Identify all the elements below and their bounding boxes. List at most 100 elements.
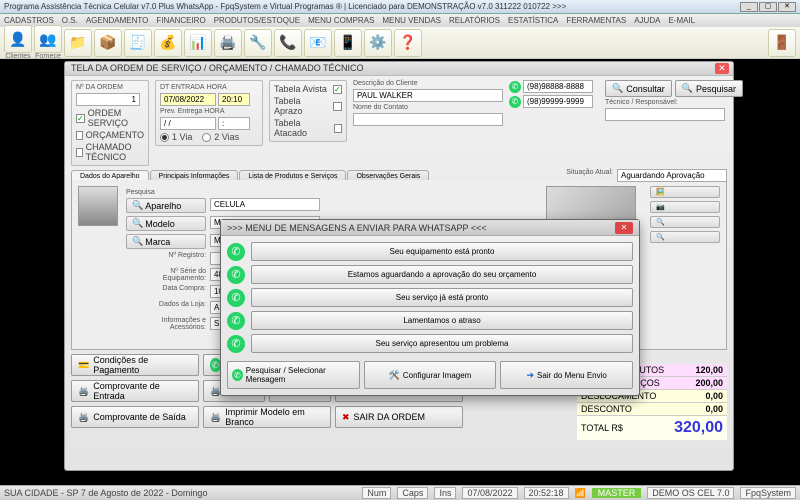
tool-icon[interactable]: 📞 <box>274 29 302 57</box>
menu-financeiro[interactable]: FINANCEIRO <box>156 16 205 25</box>
minimize-button[interactable]: _ <box>740 2 758 12</box>
tool-icon[interactable]: 🔧 <box>244 29 272 57</box>
whatsapp-dialog: >>> MENU DE MENSAGENS A ENVIAR PARA WHAT… <box>220 219 640 396</box>
msg-button[interactable]: Seu serviço apresentou um problema <box>251 334 633 353</box>
msg-button[interactable]: Seu equipamento está pronto <box>251 242 633 261</box>
tool-icon[interactable]: ❓ <box>394 29 422 57</box>
marca-button[interactable]: 🔍Marca <box>126 234 206 249</box>
fornecedores-icon[interactable]: 👥 <box>34 25 62 53</box>
tabela-atacado-check[interactable] <box>334 124 342 133</box>
ordem-servico-check[interactable] <box>76 114 85 123</box>
img-tool-button[interactable]: 🖼️ <box>650 186 720 198</box>
msg-button[interactable]: Lamentamos o atraso <box>251 311 633 330</box>
tool-icon[interactable]: ⚙️ <box>364 29 392 57</box>
sair-ordem-button[interactable]: ✖SAIR DA ORDEM <box>335 406 463 428</box>
search-icon: 🔍 <box>612 83 623 94</box>
exit-icon[interactable]: 🚪 <box>768 29 796 57</box>
situacao-select[interactable] <box>617 169 727 182</box>
maximize-button[interactable]: ▢ <box>759 2 777 12</box>
comp-entrada-button[interactable]: 🖨️Comprovante de Entrada <box>71 380 199 402</box>
menu-relatórios[interactable]: RELATÓRIOS <box>449 16 500 25</box>
tabela-avista-check[interactable] <box>333 85 342 94</box>
search-icon: 🔍 <box>682 83 693 94</box>
via2-radio[interactable] <box>202 133 211 142</box>
dialog-close-button[interactable]: ✕ <box>615 222 633 234</box>
total-value: 320,00 <box>674 419 723 437</box>
fone2-input[interactable] <box>523 95 593 108</box>
cond-pagamento-button[interactable]: 💳Condições de Pagamento <box>71 354 199 376</box>
img-tool-button[interactable]: 🔍 <box>650 216 720 228</box>
menu-agendamento[interactable]: AGENDAMENTO <box>86 16 149 25</box>
search-icon: 🔍 <box>132 218 143 229</box>
tool-icon[interactable]: 📱 <box>334 29 362 57</box>
comp-saida-button[interactable]: 🖨️Comprovante de Saída <box>71 406 199 428</box>
configurar-imagem-button[interactable]: 🛠️Configurar Imagem <box>364 361 497 389</box>
exit-icon: ✖ <box>342 412 350 423</box>
tool-icon[interactable]: 📧 <box>304 29 332 57</box>
menu-cadastros[interactable]: CADASTROS <box>4 16 54 25</box>
prev-entrega-input[interactable] <box>160 117 216 130</box>
menu-ajuda[interactable]: AJUDA <box>634 16 660 25</box>
status-master: MASTER <box>592 488 642 498</box>
money-icon: 💳 <box>78 360 89 371</box>
clientes-icon[interactable]: 👤 <box>4 25 32 53</box>
msg-button[interactable]: Estamos aguardando a aprovação do seu or… <box>251 265 633 284</box>
workspace: TELA DA ORDEM DE SERVIÇO / ORÇAMENTO / C… <box>0 59 800 485</box>
menu-ferramentas[interactable]: FERRAMENTAS <box>566 16 626 25</box>
tabela-aprazo-check[interactable] <box>333 102 342 111</box>
tool-icon[interactable]: 🖨️ <box>214 29 242 57</box>
via1-radio[interactable] <box>160 133 169 142</box>
whatsapp-icon[interactable]: ✆ <box>509 96 521 108</box>
menu-produtos/estoque[interactable]: PRODUTOS/ESTOQUE <box>214 16 300 25</box>
modelo-branco-button[interactable]: 🖨️Imprimir Modelo em Branco <box>203 406 331 428</box>
print-icon: 🖨️ <box>78 386 89 397</box>
hora-entrada-input[interactable] <box>218 93 250 106</box>
menu-menu vendas[interactable]: MENU VENDAS <box>382 16 441 25</box>
sair-menu-button[interactable]: ➔Sair do Menu Envio <box>500 361 633 389</box>
whatsapp-icon: ✆ <box>227 266 245 284</box>
dialog-title: >>> MENU DE MENSAGENS A ENVIAR PARA WHAT… <box>221 220 639 236</box>
whatsapp-icon: ✆ <box>227 312 245 330</box>
menu-o.s.[interactable]: O.S. <box>62 16 78 25</box>
gear-icon: 🛠️ <box>389 370 400 381</box>
aparelho-input[interactable] <box>210 198 320 211</box>
dt-entrada-input[interactable] <box>160 93 216 106</box>
close-button[interactable]: ✕ <box>778 2 796 12</box>
tecnico-input[interactable] <box>605 108 725 121</box>
ordem-input[interactable] <box>76 93 140 106</box>
consultar-button[interactable]: 🔍Consultar <box>605 80 672 97</box>
chamado-check[interactable] <box>76 148 83 157</box>
orcamento-check[interactable] <box>76 131 83 140</box>
ordem-label: Nº DA ORDEM <box>76 84 144 91</box>
tool-icon[interactable]: 📁 <box>64 29 92 57</box>
cliente-input[interactable] <box>353 89 503 102</box>
status-location: SUA CIDADE - SP 7 de Agosto de 2022 - Do… <box>4 488 207 498</box>
tool-icon[interactable]: 📊 <box>184 29 212 57</box>
menu-e-mail[interactable]: E-MAIL <box>668 16 695 25</box>
whatsapp-icon[interactable]: ✆ <box>509 81 521 93</box>
window-title: TELA DA ORDEM DE SERVIÇO / ORÇAMENTO / C… <box>65 62 733 76</box>
whatsapp-icon: ✆ <box>227 289 245 307</box>
app-titlebar: Programa Assistência Técnica Celular v7.… <box>0 0 800 14</box>
device-thumb <box>78 186 118 226</box>
contato-input[interactable] <box>353 113 503 126</box>
whatsapp-icon: ✆ <box>227 335 245 353</box>
img-tool-button[interactable]: 📷 <box>650 201 720 213</box>
whatsapp-icon: ✆ <box>227 243 245 261</box>
tool-icon[interactable]: 🧾 <box>124 29 152 57</box>
pesquisar-msg-button[interactable]: ✆Pesquisar / Selecionar Mensagem <box>227 361 360 389</box>
modelo-button[interactable]: 🔍Modelo <box>126 216 206 231</box>
menu-estatística[interactable]: ESTATÍSTICA <box>508 16 558 25</box>
fone1-input[interactable] <box>523 80 593 93</box>
menu-menu compras[interactable]: MENU COMPRAS <box>308 16 374 25</box>
aparelho-button[interactable]: 🔍Aparelho <box>126 198 206 213</box>
tool-icon[interactable]: 💰 <box>154 29 182 57</box>
window-close-button[interactable]: ✕ <box>715 63 729 74</box>
print-icon: 🖨️ <box>78 412 89 423</box>
img-tool-button[interactable]: 🔍 <box>650 231 720 243</box>
tool-icon[interactable]: 📦 <box>94 29 122 57</box>
msg-button[interactable]: Seu serviço já está pronto <box>251 288 633 307</box>
menubar: CADASTROS O.S. AGENDAMENTO FINANCEIRO PRODUT… <box>0 14 800 27</box>
pesquisar-button[interactable]: 🔍Pesquisar <box>675 80 743 97</box>
prev-hora-input[interactable] <box>218 117 250 130</box>
